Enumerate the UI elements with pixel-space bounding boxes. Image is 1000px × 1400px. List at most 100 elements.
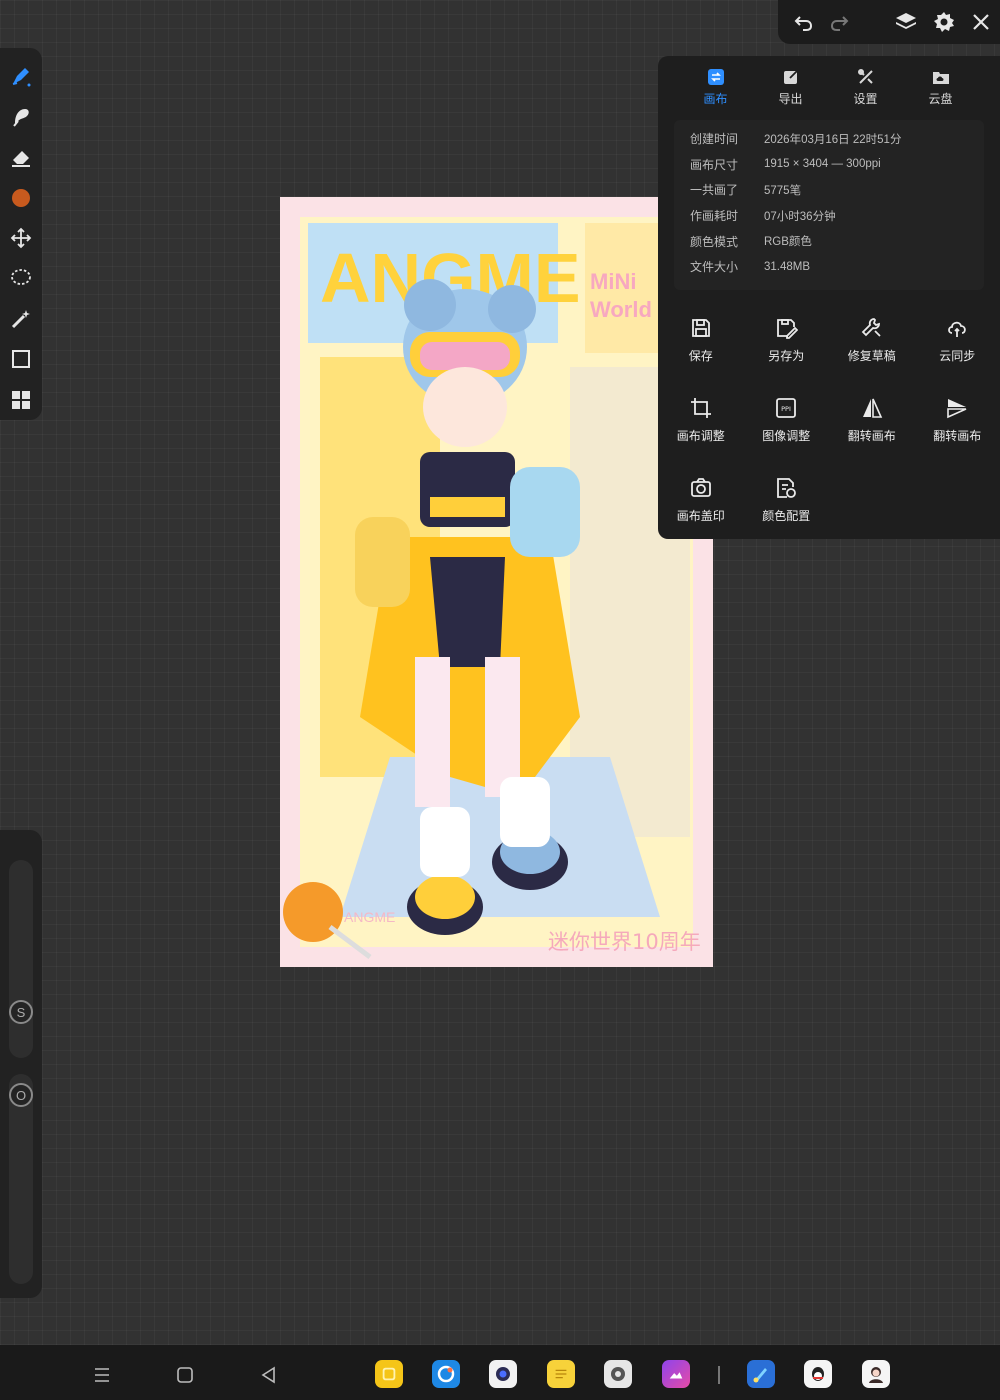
action-label: 翻转画布 bbox=[847, 429, 896, 443]
artwork-canvas[interactable]: ANGME MiNi World 迷你世界10周年 ANGME bbox=[280, 197, 713, 967]
info-label: 文件大小 bbox=[690, 260, 739, 275]
redo-icon[interactable] bbox=[822, 3, 860, 41]
brush-size-slider[interactable] bbox=[9, 860, 33, 1058]
avatar-app[interactable] bbox=[862, 1360, 890, 1388]
action-label: 修复草稿 bbox=[847, 349, 896, 363]
smudge-icon[interactable] bbox=[2, 96, 40, 136]
cloud-sync-icon bbox=[948, 321, 967, 337]
tab-label: 画布 bbox=[703, 91, 728, 106]
svg-text:PPI: PPI bbox=[781, 405, 791, 413]
info-row-file-size: 文件大小 31.48MB bbox=[690, 254, 984, 280]
repair-icon bbox=[861, 318, 881, 337]
tab-label: 云盘 bbox=[928, 91, 953, 106]
move-transform-icon[interactable] bbox=[2, 218, 40, 258]
save-icon bbox=[691, 319, 710, 337]
canvas-info-table: 创建时间 2026年03月16日 22时51分 画布尺寸 1915 × 3404… bbox=[674, 120, 984, 290]
camera-app[interactable] bbox=[489, 1360, 517, 1388]
canvas-icon bbox=[707, 68, 724, 85]
color-profile-icon bbox=[777, 478, 797, 498]
info-row-size: 画布尺寸 1915 × 3404 — 300ppi bbox=[690, 152, 984, 178]
pen-brush-icon[interactable] bbox=[2, 56, 40, 96]
info-value: 1915 × 3404 — 300ppi bbox=[764, 158, 881, 171]
top-bar bbox=[778, 0, 1000, 44]
close-icon[interactable] bbox=[962, 3, 1000, 41]
gallery-grid-icon[interactable] bbox=[2, 380, 40, 420]
qq-app[interactable] bbox=[804, 1360, 832, 1388]
info-label: 颜色模式 bbox=[690, 234, 739, 249]
rectangle-icon[interactable] bbox=[2, 339, 40, 379]
export-icon bbox=[783, 68, 799, 84]
lasso-select-icon[interactable] bbox=[2, 258, 40, 298]
menu-icon[interactable] bbox=[89, 1362, 115, 1388]
info-row-strokes: 一共画了 5775笔 bbox=[690, 177, 984, 203]
action-label: 翻转画布 bbox=[933, 429, 982, 443]
action-label: 云同步 bbox=[939, 349, 976, 363]
artwork-anniversary-text: 迷你世界10周年 bbox=[548, 930, 701, 954]
tab-label: 导出 bbox=[778, 91, 803, 106]
action-label: 图像调整 bbox=[762, 429, 811, 443]
flip-canvas-vertical-button[interactable]: 翻转画布 bbox=[915, 382, 1000, 462]
canvas-adjust-button[interactable]: 画布调整 bbox=[658, 382, 744, 462]
artwork-signature-text: ANGME bbox=[344, 909, 395, 925]
left-toolbar bbox=[0, 48, 42, 420]
info-value: 31.48MB bbox=[764, 260, 811, 273]
canvas-actions-grid: 保存 另存为 修复草稿 云同步 画布调整 PPI 图像调整 翻转画布 翻转画布 bbox=[658, 302, 1000, 530]
image-adjust-button[interactable]: PPI 图像调整 bbox=[744, 382, 830, 462]
magic-wand-icon[interactable] bbox=[2, 299, 40, 339]
eraser-icon[interactable] bbox=[2, 137, 40, 177]
tab-label: 设置 bbox=[853, 91, 878, 106]
ppi-icon: PPI bbox=[776, 398, 797, 418]
info-value: 2026年03月16日 22时51分 bbox=[764, 133, 902, 146]
action-label: 画布调整 bbox=[676, 429, 725, 443]
artwork-mini-text: MiNi bbox=[590, 269, 636, 294]
info-value: 07小时36分钟 bbox=[764, 210, 836, 223]
memo-app[interactable] bbox=[547, 1360, 575, 1388]
action-label: 颜色配置 bbox=[762, 509, 811, 523]
back-icon[interactable] bbox=[256, 1362, 282, 1388]
color-profile-button[interactable]: 颜色配置 bbox=[744, 462, 830, 530]
save-as-icon bbox=[777, 319, 799, 339]
artwork-illustration: ANGME MiNi World 迷你世界10周年 ANGME bbox=[280, 197, 713, 967]
flip-horizontal-icon bbox=[862, 398, 882, 418]
info-row-duration: 作画耗时 07小时36分钟 bbox=[690, 203, 984, 229]
save-as-button[interactable]: 另存为 bbox=[744, 302, 830, 382]
painting-app[interactable] bbox=[747, 1360, 775, 1388]
info-row-created: 创建时间 2026年03月16日 22时51分 bbox=[690, 126, 984, 152]
gallery-app[interactable] bbox=[662, 1360, 690, 1388]
info-value: RGB颜色 bbox=[764, 236, 812, 249]
dock-divider bbox=[718, 1366, 720, 1384]
info-label: 作画耗时 bbox=[690, 209, 739, 224]
settings-app[interactable] bbox=[604, 1360, 632, 1388]
tab-canvas[interactable]: 画布 bbox=[678, 56, 753, 118]
crop-icon bbox=[690, 398, 711, 418]
layers-icon[interactable] bbox=[887, 3, 925, 41]
camera-stamp-icon bbox=[690, 478, 711, 497]
artwork-world-text: World bbox=[590, 297, 652, 322]
repair-draft-button[interactable]: 修复草稿 bbox=[829, 302, 915, 382]
tab-settings[interactable]: 设置 bbox=[828, 56, 903, 118]
opacity-knob[interactable]: O bbox=[9, 1083, 33, 1107]
undo-icon[interactable] bbox=[784, 3, 822, 41]
canvas-settings-panel: 画布 导出 设置 云盘 创建时间 2026年03月16日 22时51分 画布尺寸… bbox=[658, 56, 1000, 539]
action-label: 另存为 bbox=[768, 349, 805, 363]
save-button[interactable]: 保存 bbox=[658, 302, 744, 382]
tab-cloud[interactable]: 云盘 bbox=[903, 56, 978, 118]
brush-size-knob[interactable]: S bbox=[9, 1000, 33, 1024]
gear-icon[interactable] bbox=[925, 3, 963, 41]
info-row-color-mode: 颜色模式 RGB颜色 bbox=[690, 228, 984, 254]
flip-canvas-horizontal-button[interactable]: 翻转画布 bbox=[829, 382, 915, 462]
action-label: 保存 bbox=[688, 349, 713, 363]
home-icon[interactable] bbox=[172, 1362, 198, 1388]
notes-yellow-app[interactable] bbox=[375, 1360, 403, 1388]
info-label: 画布尺寸 bbox=[690, 157, 739, 172]
canvas-stamp-button[interactable]: 画布盖印 bbox=[658, 462, 744, 530]
action-label: 画布盖印 bbox=[676, 509, 725, 523]
color-swatch[interactable] bbox=[2, 177, 40, 217]
tab-export[interactable]: 导出 bbox=[753, 56, 828, 118]
browser-app[interactable] bbox=[432, 1360, 460, 1388]
info-value: 5775笔 bbox=[764, 184, 802, 197]
cloud-sync-button[interactable]: 云同步 bbox=[915, 302, 1000, 382]
panel-tabs: 画布 导出 设置 云盘 bbox=[658, 56, 1000, 118]
slider-rail: S O bbox=[0, 830, 42, 1298]
info-label: 创建时间 bbox=[690, 132, 739, 147]
